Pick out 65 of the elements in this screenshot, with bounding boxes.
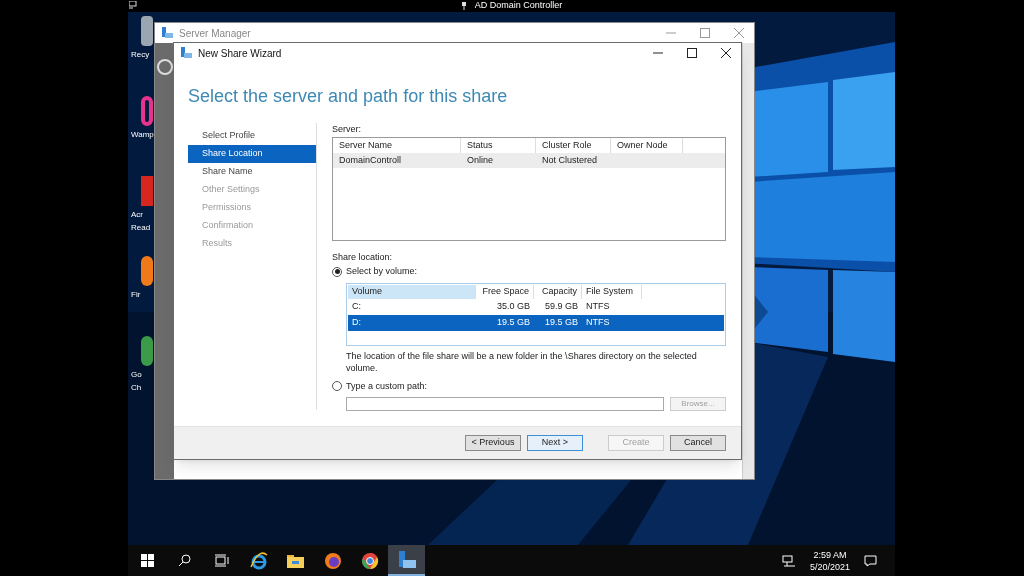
desktop-app-icon[interactable] bbox=[141, 336, 153, 366]
screen-icon bbox=[129, 1, 137, 9]
folder-icon[interactable] bbox=[287, 553, 304, 568]
volume-row[interactable]: C: 35.0 GB 59.9 GB NTFS bbox=[348, 298, 724, 315]
clock-time: 2:59 AM bbox=[813, 548, 847, 561]
table-cell-text: Online bbox=[467, 153, 493, 167]
table-cell-text: D: bbox=[351, 315, 362, 329]
column-header[interactable]: Free Space bbox=[476, 284, 534, 299]
desktop-app-icon[interactable] bbox=[141, 256, 153, 286]
section-label: Server: bbox=[332, 123, 362, 136]
clock-date: 5/20/2021 bbox=[809, 560, 850, 573]
wizard-button[interactable]: Next > bbox=[527, 435, 583, 451]
radio-label: Type a custom path: bbox=[346, 379, 428, 393]
desktop-icon-label: Ch bbox=[130, 382, 142, 394]
radio-label: Select by volume: bbox=[346, 265, 418, 278]
table-cell-text: 35.0 GB bbox=[495, 299, 531, 313]
section-label: Share location: bbox=[332, 251, 394, 264]
wizard-button[interactable]: Cancel bbox=[670, 435, 726, 451]
clock[interactable]: 2:59 AM 5/20/2021 bbox=[809, 548, 850, 573]
server-share-icon bbox=[180, 47, 192, 59]
table-cell-text: DomainControll bbox=[339, 153, 402, 167]
desktop-icon-label: Fir bbox=[130, 289, 141, 301]
chrome-ring-icon[interactable] bbox=[360, 551, 379, 570]
server-share-icon[interactable] bbox=[396, 549, 417, 570]
desktop-icon-label: Read bbox=[130, 222, 151, 234]
server-share-icon bbox=[161, 27, 173, 39]
search-icon[interactable] bbox=[178, 554, 191, 567]
desktop-icon-label: Wamp bbox=[130, 129, 154, 141]
table-cell-text: NTFS bbox=[585, 299, 611, 313]
volume-row[interactable]: D: 19.5 GB 19.5 GB NTFS bbox=[348, 314, 724, 331]
notification-icon[interactable] bbox=[864, 554, 877, 567]
windows-icon[interactable] bbox=[141, 554, 154, 567]
page-heading: Select the server and path for this share bbox=[188, 86, 508, 106]
pin-icon[interactable] bbox=[460, 2, 467, 10]
wizard-step[interactable]: Select Profile bbox=[188, 127, 316, 145]
table-cell-text: Not Clustered bbox=[542, 153, 598, 167]
column-header[interactable]: Volume bbox=[348, 284, 476, 299]
window-title: Server Manager bbox=[179, 26, 251, 41]
session-title: AD Domain Controller bbox=[474, 0, 563, 13]
table-cell-text: 19.5 GB bbox=[543, 315, 579, 329]
description-text: The location of the file share will be a new folder in the \Shares directory on the selected volume. bbox=[346, 349, 698, 374]
wizard-step[interactable]: Share Location bbox=[188, 145, 316, 163]
fox-globe-icon[interactable] bbox=[323, 551, 342, 570]
desktop-icon-label: Acr bbox=[130, 209, 144, 221]
desktop-icon-label: Go bbox=[130, 369, 142, 381]
column-header[interactable]: Capacity bbox=[534, 284, 582, 299]
wizard-button[interactable]: < Previous bbox=[465, 435, 521, 451]
task-view-icon[interactable] bbox=[214, 554, 229, 567]
wizard-step[interactable]: Share Name bbox=[188, 163, 316, 181]
column-header[interactable]: File System bbox=[582, 284, 642, 299]
window-title: New Share Wizard bbox=[198, 46, 282, 61]
server-row[interactable]: DomainControll Online Not Clustered bbox=[333, 153, 725, 168]
table-cell-text: 59.9 GB bbox=[543, 299, 579, 313]
path-field[interactable] bbox=[346, 397, 664, 411]
close-icon[interactable] bbox=[721, 48, 731, 58]
radio-button[interactable] bbox=[332, 266, 342, 277]
table-cell-text: 19.5 GB bbox=[495, 315, 531, 329]
radio-button[interactable] bbox=[332, 381, 342, 392]
table-cell-text: C: bbox=[351, 299, 362, 313]
desktop-app-icon[interactable] bbox=[141, 16, 153, 46]
desktop-icon-label: Recy bbox=[130, 49, 150, 61]
network-icon[interactable] bbox=[781, 554, 796, 567]
browser-e-icon[interactable] bbox=[249, 551, 268, 570]
scroll-bar[interactable] bbox=[742, 43, 754, 479]
table-cell-text: NTFS bbox=[585, 315, 611, 329]
